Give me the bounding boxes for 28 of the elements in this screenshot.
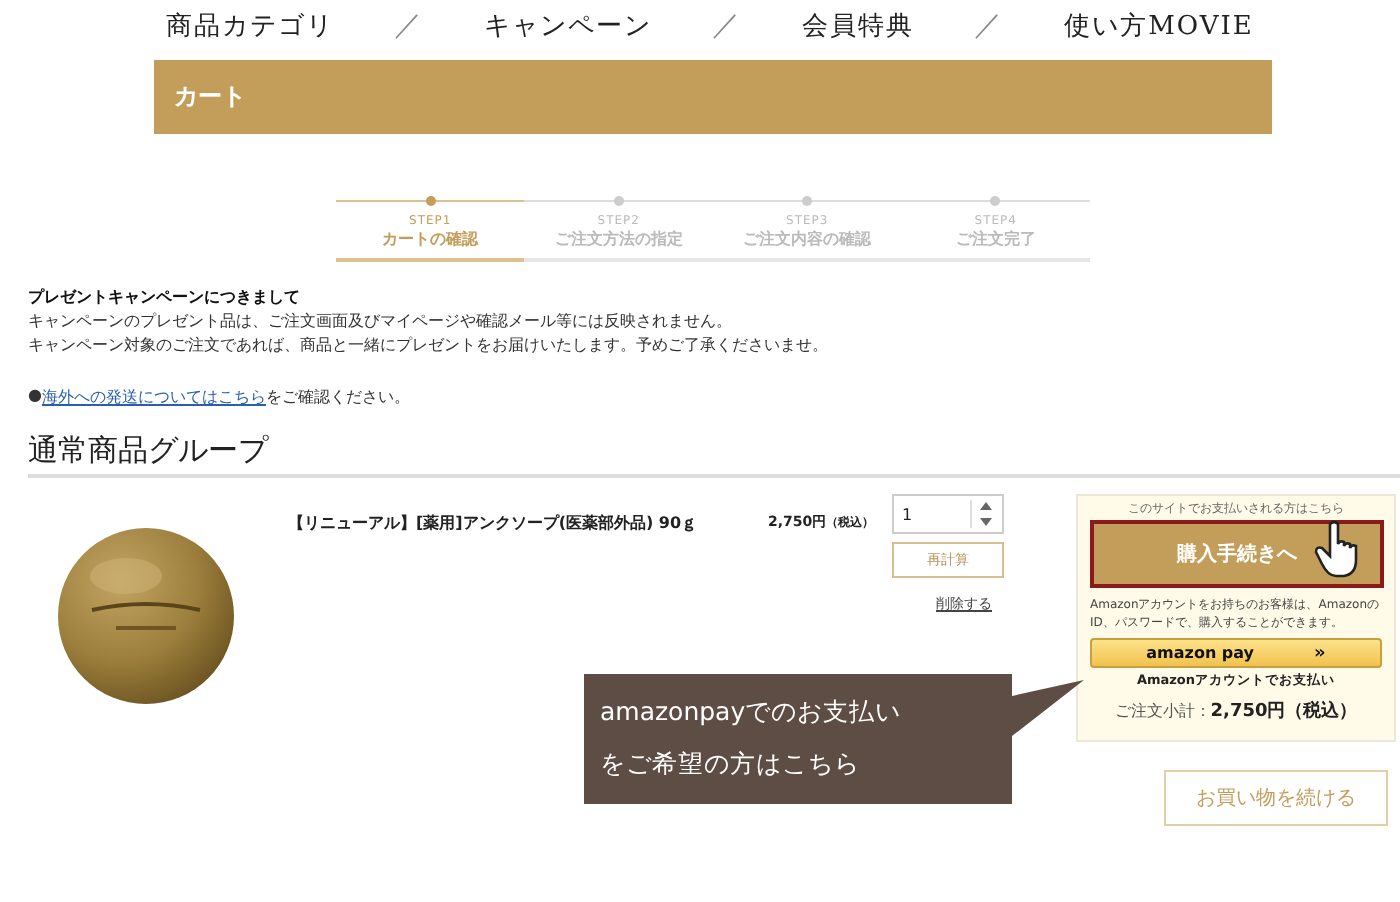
notice-text: キャンペーン対象のご注文であれば、商品と一緒にプレゼントをお届けいたします。予めご了承くださいませ。 bbox=[28, 334, 830, 358]
quantity-field[interactable]: 1 bbox=[892, 494, 1004, 534]
subtotal-value: 2,750円（税込） bbox=[1210, 702, 1358, 722]
product-name[interactable]: 【リニューアル】[薬用]アンクソープ(医薬部外品) 90ｇ bbox=[288, 512, 768, 534]
hand-cursor-icon bbox=[1314, 520, 1362, 580]
bullet-icon: ● bbox=[28, 386, 42, 408]
tooltip-callout: amazonpayでのお支払い をご希望の方はこちら bbox=[584, 674, 1012, 804]
step-dot-icon bbox=[990, 196, 1001, 206]
overseas-text: をご確認ください。 bbox=[265, 386, 410, 408]
nav-link[interactable]: キャンペーン bbox=[484, 8, 653, 44]
step-dot-icon bbox=[802, 196, 813, 206]
amazon-pay-button[interactable]: amazon pay » bbox=[1090, 638, 1382, 668]
nav-separator: ／ bbox=[394, 8, 425, 44]
nav-separator: ／ bbox=[974, 8, 1005, 44]
notice-title: プレゼントキャンペーンにつきまして bbox=[28, 286, 302, 310]
subtotal-label: ご注文小計： bbox=[1114, 702, 1211, 720]
tooltip-tail bbox=[1012, 680, 1084, 740]
nav-link[interactable]: 使い方MOVIE bbox=[1064, 8, 1254, 44]
overseas-link[interactable]: 海外への発送についてはこちら bbox=[41, 386, 266, 408]
nav-link[interactable]: 商品カテゴリ bbox=[166, 8, 335, 44]
nav-separator: ／ bbox=[712, 8, 743, 44]
notice-text: キャンペーンのプレゼント品は、ご注文画面及びマイページや確認メール等には反映されません。 bbox=[28, 310, 734, 334]
page-title: カート bbox=[174, 80, 246, 114]
spinner-icon[interactable] bbox=[970, 500, 994, 528]
step-dot-icon bbox=[425, 196, 436, 206]
nav-link[interactable]: 会員特典 bbox=[802, 8, 915, 44]
group-title: 通常商品グループ bbox=[28, 432, 1400, 478]
step-dot-icon bbox=[613, 196, 624, 206]
